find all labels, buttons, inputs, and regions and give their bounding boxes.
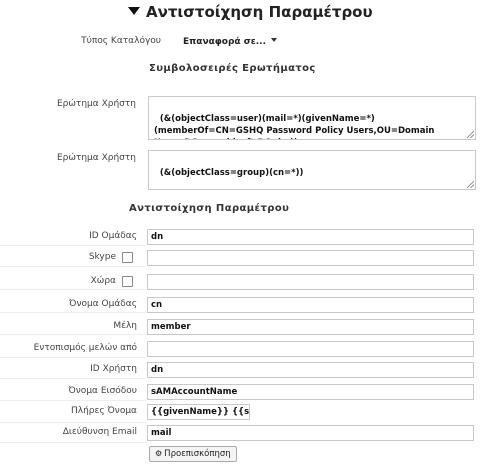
skype-checkbox[interactable] xyxy=(122,252,133,263)
group-id-label: ID Ομάδας xyxy=(89,231,137,241)
collapse-triangle-icon[interactable] xyxy=(128,7,140,15)
skype-label: Skype xyxy=(88,252,116,262)
preview-button[interactable]: ⚙ Προεπισκόπηση xyxy=(149,446,237,462)
query-strings-title: Συμβολοσειρές Ερωτήματος xyxy=(149,63,316,74)
row-divider xyxy=(0,245,146,246)
user-query-label: Ερώτημα Χρήστη xyxy=(57,99,136,109)
country-label: Χώρα xyxy=(90,276,116,286)
chevron-down-icon xyxy=(271,38,278,42)
group-id-input[interactable]: dn xyxy=(147,229,474,245)
locate-members-input[interactable] xyxy=(147,341,474,357)
catalog-type-label: Τύπος Καταλόγου xyxy=(81,36,161,46)
gear-icon: ⚙ xyxy=(155,449,163,458)
group-query-value: (&(objectClass=group)(cn=*)) xyxy=(159,168,304,178)
members-input[interactable]: member xyxy=(147,319,474,335)
group-name-label: Όνομα Ομάδας xyxy=(69,299,137,309)
members-label: Μέλη xyxy=(113,321,137,331)
section-header-title: Αντιστοίχηση Παραμέτρου xyxy=(146,3,373,21)
preview-button-label: Προεπισκόπηση xyxy=(164,449,231,459)
country-input[interactable] xyxy=(147,274,474,290)
country-checkbox[interactable] xyxy=(122,276,133,287)
resize-grip-icon[interactable] xyxy=(467,181,474,188)
user-query-textarea[interactable]: (&(objectClass=user)(mail=*)(givenName=*… xyxy=(148,96,476,140)
full-name-label: Πλήρες Όνομα xyxy=(70,406,137,416)
user-query-value: (&(objectClass=user)(mail=*)(givenName=*… xyxy=(154,114,435,139)
user-id-label: ID Χρήστη xyxy=(90,364,137,374)
login-name-input[interactable]: sAMAccountName xyxy=(147,384,474,400)
user-id-input[interactable]: dn xyxy=(147,362,474,378)
resize-grip-icon[interactable] xyxy=(467,131,474,138)
section-header[interactable]: Αντιστοίχηση Παραμέτρου xyxy=(128,3,373,21)
row-divider xyxy=(0,312,146,313)
catalog-type-selected: Επαναφορά σε... xyxy=(183,37,267,47)
row-divider xyxy=(0,266,146,267)
parameter-mapping-title: Αντιστοίχηση Παραμέτρου xyxy=(129,203,290,214)
group-query-label: Ερώτημα Χρήστη xyxy=(57,153,136,163)
login-name-label: Όνομα Εισόδου xyxy=(68,386,137,396)
catalog-type-dropdown[interactable]: Επαναφορά σε... xyxy=(183,37,278,47)
row-divider xyxy=(0,334,146,335)
skype-input[interactable] xyxy=(147,250,474,266)
row-divider xyxy=(0,357,146,358)
row-divider xyxy=(0,422,146,423)
email-input[interactable]: mail xyxy=(147,425,474,441)
row-divider xyxy=(0,289,146,290)
full-name-input[interactable]: {{givenName}} {{sn}} xyxy=(147,404,250,420)
email-label: Διεύθυνση Email xyxy=(62,427,137,437)
group-name-input[interactable]: cn xyxy=(147,297,474,313)
locate-members-label: Εντοπισμός μελών από xyxy=(33,343,137,353)
row-divider xyxy=(0,442,146,443)
row-divider xyxy=(0,400,146,401)
row-divider xyxy=(0,378,146,379)
group-query-textarea[interactable]: (&(objectClass=group)(cn=*)) xyxy=(148,150,476,190)
